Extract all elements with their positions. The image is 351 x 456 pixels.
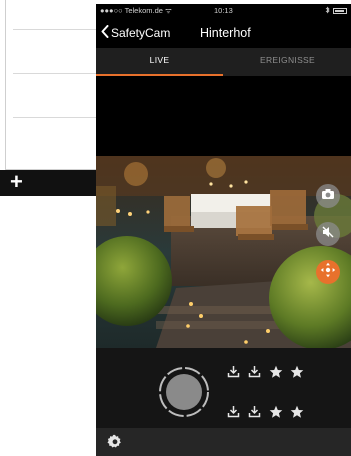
plus-icon[interactable]: + [10,171,23,193]
snapshot-button[interactable] [316,184,340,208]
ptz-control-button[interactable] [316,260,340,284]
active-tab-indicator [96,74,223,76]
background-app-panel: + [0,0,96,196]
speaker-mute-icon [321,225,335,244]
list-divider [13,29,96,30]
status-time: 10:13 [214,6,233,15]
page-title: Hinterhof [200,26,251,40]
star-icon[interactable] [268,364,283,379]
status-right-icons [325,6,347,16]
tab-bar: LIVE EREIGNISSE [96,48,351,76]
recording-controls [96,348,351,428]
background-toolbar: + [0,170,96,196]
record-button[interactable] [158,366,210,418]
list-divider [13,73,96,74]
camera-icon [321,187,335,205]
back-button[interactable]: SafetyCam [101,25,170,41]
download-icon[interactable] [226,404,241,419]
tab-live-label: LIVE [149,55,170,65]
safetycam-app: ●●●○○ Telekom.de ᯤ 10:13 SafetyCam Hinte… [96,4,351,456]
download-icon[interactable] [247,364,262,379]
back-button-label: SafetyCam [111,26,171,40]
gear-icon[interactable] [107,434,123,450]
star-icon[interactable] [268,404,283,419]
download-icon[interactable] [226,364,241,379]
list-divider [13,117,96,118]
battery-icon [333,8,347,14]
carrier-label: ●●●○○ Telekom.de ᯤ [100,6,172,15]
chevron-left-icon [101,25,109,41]
mute-button[interactable] [316,222,340,246]
star-icon[interactable] [289,404,304,419]
tab-events[interactable]: EREIGNISSE [224,48,351,76]
tab-live[interactable]: LIVE [96,48,223,76]
ptz-crosshair-icon [320,262,336,283]
live-video-feed[interactable] [96,156,351,348]
tab-events-label: EREIGNISSE [260,55,315,65]
background-list-frame [5,0,96,170]
clip-actions-row [226,364,304,379]
clip-actions-row [226,404,304,419]
bluetooth-icon [325,6,330,16]
bottom-toolbar [96,428,351,456]
navigation-bar: SafetyCam Hinterhof [96,18,351,48]
star-icon[interactable] [289,364,304,379]
status-bar: ●●●○○ Telekom.de ᯤ 10:13 [96,4,351,18]
download-icon[interactable] [247,404,262,419]
